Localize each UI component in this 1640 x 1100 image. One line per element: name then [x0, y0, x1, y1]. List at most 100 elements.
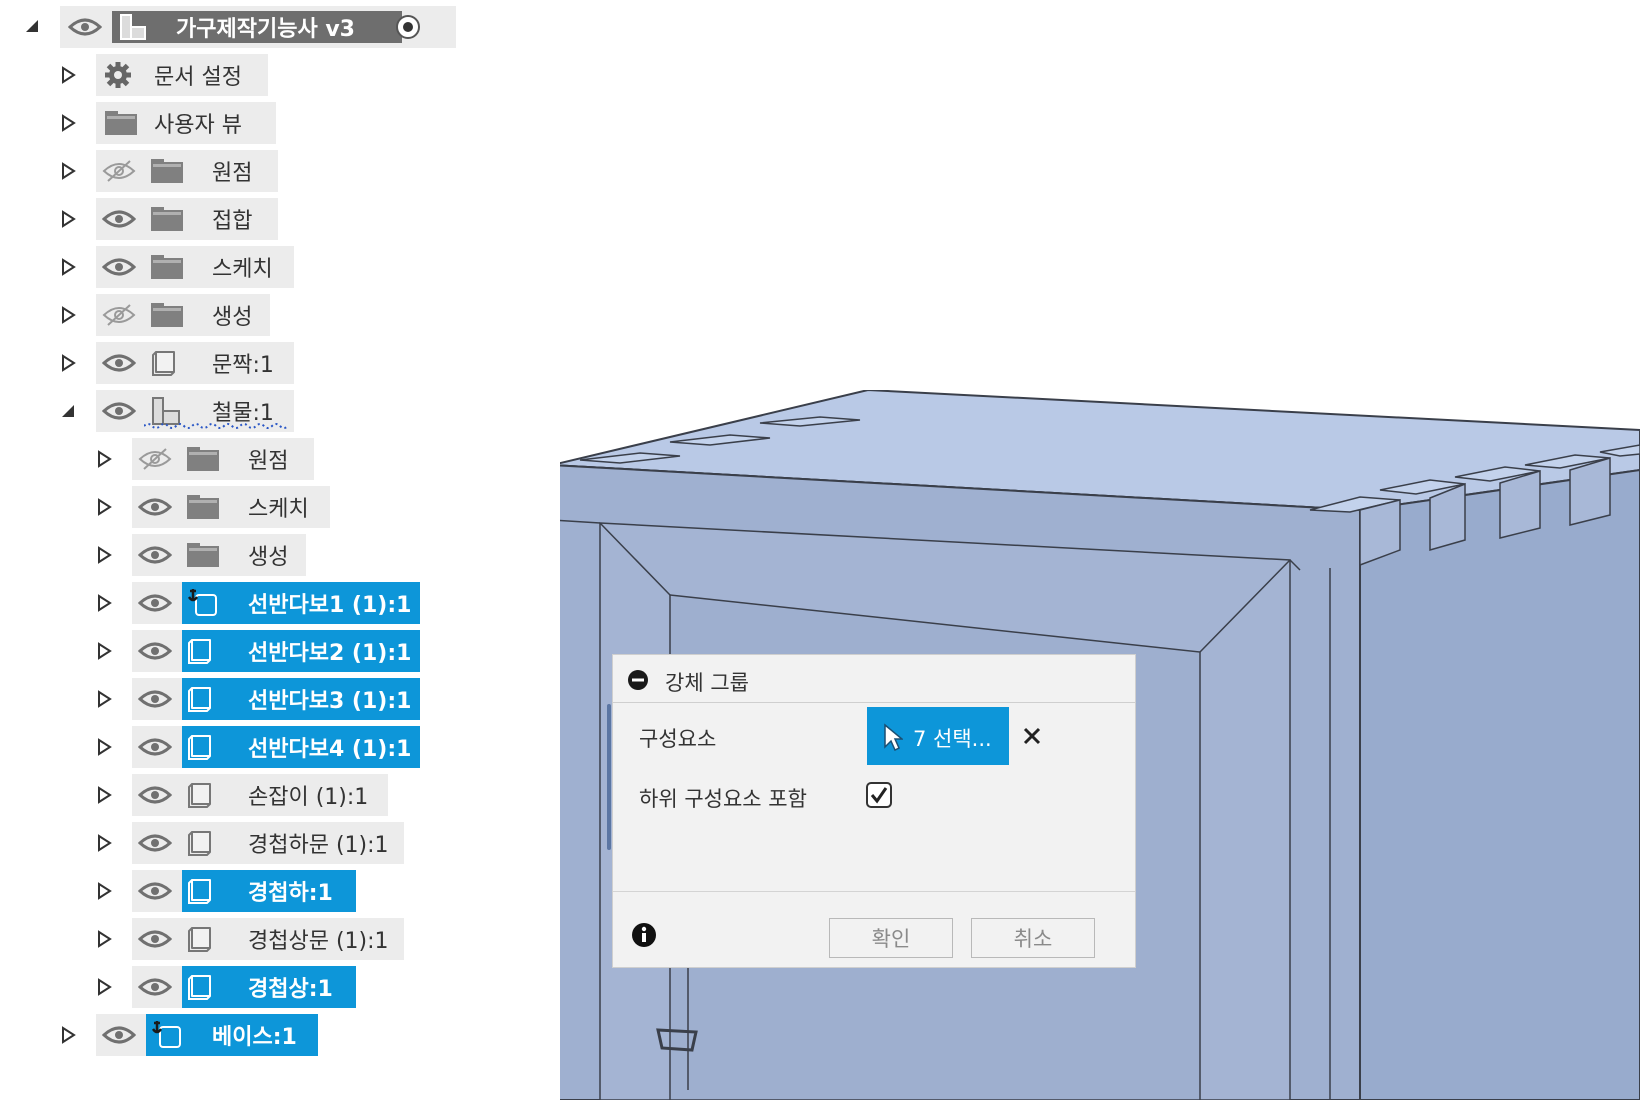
tree-item[interactable]: 손잡이 (1):1: [0, 774, 460, 816]
tree-item-chip[interactable]: 생성: [96, 294, 270, 336]
expand-triangle-icon[interactable]: [94, 593, 114, 613]
clear-selection-icon[interactable]: [1021, 725, 1043, 747]
expand-triangle-icon[interactable]: [94, 689, 114, 709]
eye-icon[interactable]: [102, 401, 136, 421]
eye-icon[interactable]: [138, 641, 172, 661]
collapse-triangle-icon[interactable]: [58, 401, 78, 421]
tree-item-chip[interactable]: 접합: [96, 198, 278, 240]
eye-icon[interactable]: [102, 209, 136, 229]
body-icon: [188, 927, 211, 952]
expand-triangle-icon[interactable]: [58, 65, 78, 85]
tree-item-chip[interactable]: 선반다보4 (1):1: [132, 726, 420, 768]
tree-item-chip[interactable]: 문서 설정: [96, 54, 268, 96]
tree-item[interactable]: 스케치: [0, 246, 460, 288]
expand-triangle-icon[interactable]: [58, 305, 78, 325]
tree-item[interactable]: 문서 설정: [0, 54, 460, 96]
tree-item-chip[interactable]: 사용자 뷰: [96, 102, 276, 144]
expand-triangle-icon[interactable]: [94, 737, 114, 757]
hidden-eye-icon[interactable]: [138, 447, 172, 471]
tree-item[interactable]: 경첩상:1: [0, 966, 460, 1008]
tree-root-row[interactable]: 가구제작기능사 v3: [0, 6, 460, 48]
expand-triangle-icon[interactable]: [58, 353, 78, 373]
tree-item[interactable]: 경첩하:1: [0, 870, 460, 912]
tree-item-chip[interactable]: 선반다보3 (1):1: [132, 678, 420, 720]
include-subcomponents-checkbox[interactable]: [865, 781, 893, 809]
active-radio-icon[interactable]: [394, 13, 422, 41]
expand-triangle-icon[interactable]: [94, 881, 114, 901]
tree-item[interactable]: 문짝:1: [0, 342, 460, 384]
cancel-button[interactable]: 취소: [971, 918, 1095, 958]
tree-item-chip[interactable]: 생성: [132, 534, 306, 576]
eye-icon[interactable]: [138, 689, 172, 709]
collapse-minus-icon[interactable]: [627, 669, 649, 691]
tree-item-chip[interactable]: 원점: [132, 438, 314, 480]
expand-triangle-icon[interactable]: [94, 833, 114, 853]
ok-button[interactable]: 확인: [829, 918, 953, 958]
eye-icon[interactable]: [138, 929, 172, 949]
tree-item[interactable]: 접합: [0, 198, 460, 240]
tree-item-chip[interactable]: 경첩하:1: [132, 870, 356, 912]
expand-triangle-icon[interactable]: [94, 785, 114, 805]
expand-triangle-icon[interactable]: [94, 929, 114, 949]
tree-item-chip[interactable]: 선반다보1 (1):1: [132, 582, 420, 624]
eye-icon[interactable]: [138, 977, 172, 997]
body-icon: [188, 639, 211, 664]
tree-item-label: 문짝:1: [212, 353, 274, 378]
tree-item-chip[interactable]: 베이스:1: [96, 1014, 318, 1056]
tree-item-chip[interactable]: 선반다보2 (1):1: [132, 630, 420, 672]
eye-icon[interactable]: [138, 593, 172, 613]
expand-triangle-icon[interactable]: [94, 545, 114, 565]
hidden-eye-icon[interactable]: [102, 159, 136, 183]
eye-icon[interactable]: [138, 833, 172, 853]
eye-icon[interactable]: [138, 881, 172, 901]
tree-item[interactable]: 사용자 뷰: [0, 102, 460, 144]
tree-item-chip[interactable]: 경첩상:1: [132, 966, 356, 1008]
hidden-eye-icon[interactable]: [102, 303, 136, 327]
eye-icon[interactable]: [102, 257, 136, 277]
rigid-group-dialog: 강체 그룹 구성요소 7 선택... 하위 구성요소 포함 확인 취소: [612, 654, 1136, 968]
root-chip[interactable]: 가구제작기능사 v3: [60, 6, 456, 48]
tree-item-chip[interactable]: 문짝:1: [96, 342, 294, 384]
tree-item[interactable]: 선반다보2 (1):1: [0, 630, 460, 672]
tree-item[interactable]: 원점: [0, 150, 460, 192]
expand-triangle-icon[interactable]: [58, 161, 78, 181]
eye-icon[interactable]: [138, 785, 172, 805]
tree-item[interactable]: 스케치: [0, 486, 460, 528]
expand-triangle-icon[interactable]: [94, 641, 114, 661]
expand-triangle-icon[interactable]: [94, 449, 114, 469]
tree-item-chip[interactable]: 스케치: [132, 486, 330, 528]
tree-item-chip[interactable]: 경첩상문 (1):1: [132, 918, 404, 960]
eye-icon[interactable]: [138, 545, 172, 565]
folder-icon: [151, 207, 183, 231]
tree-item[interactable]: 선반다보1 (1):1: [0, 582, 460, 624]
expand-triangle-icon[interactable]: [58, 1025, 78, 1045]
eye-icon[interactable]: [138, 497, 172, 517]
expand-triangle-icon[interactable]: [58, 209, 78, 229]
expand-triangle-icon[interactable]: [94, 977, 114, 997]
tree-item[interactable]: 경첩하문 (1):1: [0, 822, 460, 864]
tree-item[interactable]: 원점: [0, 438, 460, 480]
collapse-triangle-icon[interactable]: [22, 16, 42, 36]
tree-item-label: 선반다보2 (1):1: [248, 641, 412, 666]
components-select-button[interactable]: 7 선택...: [867, 707, 1009, 765]
expand-triangle-icon[interactable]: [94, 497, 114, 517]
tree-item[interactable]: 생성: [0, 294, 460, 336]
eye-icon[interactable]: [68, 17, 102, 37]
tree-item-chip[interactable]: 손잡이 (1):1: [132, 774, 388, 816]
folder-icon: [105, 111, 137, 135]
tree-item-chip[interactable]: 스케치: [96, 246, 294, 288]
expand-triangle-icon[interactable]: [58, 113, 78, 133]
dialog-header[interactable]: 강체 그룹: [613, 655, 1135, 703]
tree-item[interactable]: 베이스:1: [0, 1014, 460, 1056]
eye-icon[interactable]: [138, 737, 172, 757]
tree-item[interactable]: 선반다보4 (1):1: [0, 726, 460, 768]
expand-triangle-icon[interactable]: [58, 257, 78, 277]
tree-item[interactable]: 경첩상문 (1):1: [0, 918, 460, 960]
eye-icon[interactable]: [102, 1025, 136, 1045]
tree-item[interactable]: 선반다보3 (1):1: [0, 678, 460, 720]
tree-item[interactable]: 생성: [0, 534, 460, 576]
tree-item-chip[interactable]: 원점: [96, 150, 278, 192]
eye-icon[interactable]: [102, 353, 136, 373]
info-icon[interactable]: [631, 922, 657, 948]
tree-item-chip[interactable]: 경첩하문 (1):1: [132, 822, 404, 864]
